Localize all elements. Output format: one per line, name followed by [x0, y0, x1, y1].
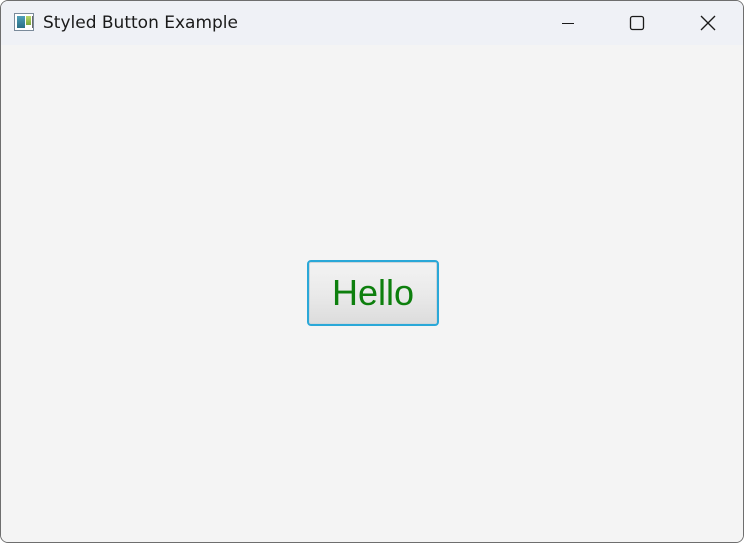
minimize-icon: [562, 23, 574, 24]
title-bar[interactable]: Styled Button Example: [1, 1, 743, 45]
minimize-button[interactable]: [533, 1, 603, 45]
app-icon-pane: [17, 16, 25, 28]
hello-button[interactable]: Hello: [307, 260, 439, 326]
app-icon[interactable]: [14, 13, 34, 31]
content-area: Hello: [1, 45, 743, 542]
app-window: Styled Button Example Hello: [0, 0, 744, 543]
app-icon-pane: [32, 16, 33, 28]
maximize-icon: [629, 15, 645, 31]
close-icon: [700, 15, 716, 31]
window-title: Styled Button Example: [43, 13, 238, 33]
maximize-button[interactable]: [602, 1, 672, 45]
app-icon-pane: [26, 16, 31, 25]
close-button[interactable]: [673, 1, 743, 45]
